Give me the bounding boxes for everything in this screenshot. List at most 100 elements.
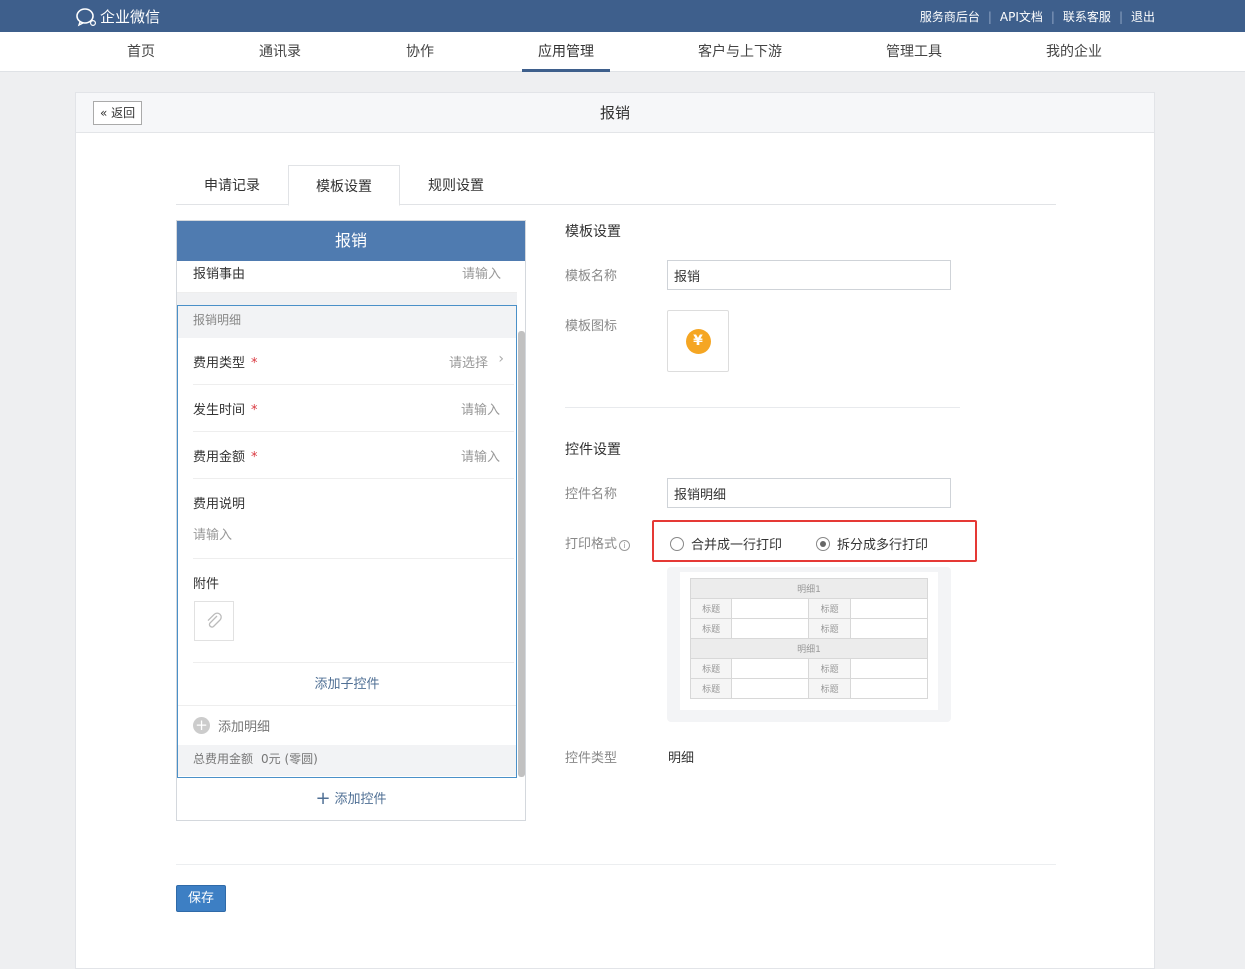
reason-label: 报销事由 [193, 267, 246, 282]
preview-cell-label: 标题 [808, 618, 851, 639]
top-bar: 企业微信 服务商后台 | API文档 | 联系客服 | 退出 [0, 0, 1245, 32]
total-label: 总费用金额 [193, 752, 254, 766]
add-detail-label: 添加明细 [218, 720, 271, 735]
divider [565, 407, 960, 408]
expense-amount-field[interactable]: 费用金额 * 请输入 [193, 432, 514, 479]
add-detail-button[interactable]: + 添加明细 [178, 706, 516, 745]
nav-management-tools[interactable]: 管理工具 [886, 32, 942, 72]
print-format-text: 打印格式 [565, 537, 618, 552]
print-format-preview: 明细1 标题 标题 标题 标题 明细1 标题 标题 标题 标题 [667, 567, 951, 722]
attachment-label: 附件 [193, 577, 220, 592]
radio-button[interactable] [670, 536, 684, 551]
separator: | [987, 9, 992, 24]
tab-application-records[interactable]: 申请记录 [176, 165, 288, 205]
tab-rule-settings[interactable]: 规则设置 [400, 165, 512, 205]
main-nav: 首页 通讯录 协作 应用管理 客户与上下游 管理工具 我的企业 [0, 32, 1245, 72]
expense-amount-placeholder: 请输入 [460, 450, 500, 465]
print-format-options: 合并成一行打印 拆分成多行打印 [652, 520, 977, 562]
nav-contacts[interactable]: 通讯录 [259, 32, 301, 72]
plus-circle-icon: + [193, 717, 210, 734]
preview-cell-label: 标题 [689, 658, 733, 679]
separator: | [1050, 9, 1055, 24]
preview-cell-label: 标题 [689, 618, 733, 639]
provider-admin-link[interactable]: 服务商后台 [920, 8, 980, 25]
print-format-label: 打印格式 i [565, 533, 631, 552]
spacer [177, 293, 517, 305]
print-preview-table: 明细1 标题 标题 标题 标题 明细1 标题 标题 标题 标题 [689, 578, 929, 699]
logo[interactable]: 企业微信 [75, 6, 160, 27]
preview-group-title: 明细1 [690, 638, 928, 659]
form-preview: 报销 报销事由 请输入 报销明细 费用类型 * 请选择 › 发生时间 * 请输入 费… [176, 220, 526, 821]
control-name-input[interactable] [667, 478, 951, 508]
detail-title: 报销明细 [178, 306, 516, 338]
print-merge-label: 合并成一行打印 [691, 538, 783, 553]
preview-cell-label: 标题 [808, 658, 851, 679]
add-control-label: 添加控件 [334, 792, 387, 807]
control-type-label: 控件类型 [565, 751, 618, 766]
required-mark: * [251, 450, 258, 465]
template-icon-picker[interactable]: ¥ [667, 310, 729, 372]
add-sub-control-button[interactable]: 添加子控件 [178, 663, 516, 706]
preview-cell-label: 标题 [808, 598, 851, 619]
control-name-label: 控件名称 [565, 487, 618, 502]
reason-placeholder: 请输入 [461, 267, 501, 282]
print-split-label: 拆分成多行打印 [837, 538, 929, 553]
occurrence-time-label: 发生时间 [193, 403, 246, 418]
required-mark: * [251, 403, 258, 418]
preview-scrollbar[interactable] [518, 331, 525, 777]
expense-description-field[interactable]: 费用说明 请输入 [193, 479, 514, 559]
control-settings-title: 控件设置 [565, 442, 621, 458]
nav-collaboration[interactable]: 协作 [406, 32, 434, 72]
page-title: 报销 [599, 104, 630, 122]
print-merge-option[interactable]: 合并成一行打印 [670, 534, 782, 553]
nav-my-enterprise[interactable]: 我的企业 [1046, 32, 1102, 72]
required-mark: * [251, 356, 258, 371]
preview-cell-label: 标题 [689, 598, 733, 619]
logout-link[interactable]: 退出 [1131, 8, 1155, 25]
total-value: 0元 (零圆) [261, 752, 318, 766]
total-amount: 总费用金额 0元 (零圆) [178, 745, 516, 776]
preview-cell-label: 标题 [689, 678, 733, 699]
attachment-upload[interactable] [194, 601, 234, 641]
preview-group-title: 明细1 [690, 578, 928, 599]
top-links: 服务商后台 | API文档 | 联系客服 | 退出 [920, 8, 1155, 25]
reason-field[interactable]: 报销事由 请输入 [177, 261, 517, 293]
save-button[interactable]: 保存 [176, 885, 226, 912]
tab-template-settings[interactable]: 模板设置 [288, 165, 400, 206]
tab-bar: 申请记录 模板设置 规则设置 [176, 165, 1056, 206]
template-name-label: 模板名称 [565, 269, 618, 284]
add-control-button[interactable]: + 添加控件 [177, 779, 525, 819]
template-name-input[interactable] [667, 260, 951, 290]
plus-icon: + [315, 788, 331, 809]
paperclip-icon [207, 612, 222, 628]
expense-type-field[interactable]: 费用类型 * 请选择 › [193, 338, 514, 385]
preview-cell-label: 标题 [808, 678, 851, 699]
occurrence-time-field[interactable]: 发生时间 * 请输入 [193, 385, 514, 432]
contact-support-link[interactable]: 联系客服 [1063, 8, 1111, 25]
expense-type-label: 费用类型 [193, 356, 246, 371]
print-split-option[interactable]: 拆分成多行打印 [816, 534, 928, 553]
card-header: « 返回 报销 [76, 93, 1154, 133]
expense-type-placeholder: 请选择 [448, 356, 488, 371]
expense-description-label: 费用说明 [193, 497, 246, 512]
detail-control[interactable]: 报销明细 费用类型 * 请选择 › 发生时间 * 请输入 费用金额 * 请输入 费用说… [177, 305, 517, 778]
nav-home[interactable]: 首页 [127, 32, 155, 72]
logo-text: 企业微信 [100, 8, 161, 26]
expense-amount-label: 费用金额 [193, 450, 246, 465]
divider [176, 864, 1056, 865]
wecom-logo-icon [76, 7, 97, 26]
attachment-field[interactable]: 附件 [193, 559, 514, 663]
content-card: « 返回 报销 申请记录 模板设置 规则设置 报销 报销事由 请输入 报销明细 … [75, 92, 1155, 969]
control-type-value: 明细 [668, 751, 695, 766]
api-docs-link[interactable]: API文档 [1000, 8, 1043, 25]
radio-button-selected[interactable] [816, 536, 830, 551]
expense-description-placeholder: 请输入 [193, 528, 233, 543]
separator: | [1118, 9, 1123, 24]
info-icon[interactable]: i [619, 540, 631, 551]
nav-app-management[interactable]: 应用管理 [522, 32, 610, 72]
preview-header: 报销 [177, 221, 525, 261]
occurrence-time-placeholder: 请输入 [460, 403, 500, 418]
yen-coin-icon: ¥ [685, 328, 711, 354]
chevron-right-icon: › [498, 351, 504, 367]
nav-customers[interactable]: 客户与上下游 [698, 32, 782, 72]
